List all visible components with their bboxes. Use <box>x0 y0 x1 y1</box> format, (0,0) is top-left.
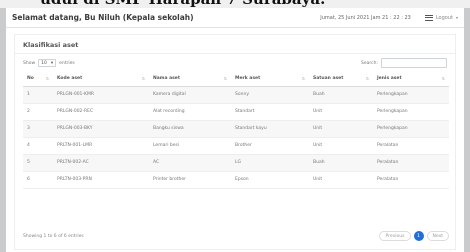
column-header-no[interactable]: No ⇅ <box>23 72 53 87</box>
cell-nama: AC <box>149 154 231 172</box>
table-row: 3 PRLGN-003-BKY Bangku siswa Standart ka… <box>23 120 449 138</box>
pagination: Previous 1 Next <box>379 231 449 241</box>
table-row: 4 PRLTN-001-LMR Lemari besi Brother Unit… <box>23 137 449 155</box>
previous-button[interactable]: Previous <box>379 231 411 241</box>
cell-merk: Epson <box>231 171 309 189</box>
cell-satuan: Unit <box>309 103 373 121</box>
cell-jenis: Perlengkapan <box>373 120 449 138</box>
table-row: 1 PRLGN-001-KMR Kamera digital Sonny Bua… <box>23 86 449 104</box>
background-heading-text: udul di SMP Harapan 7 Surabaya. <box>40 0 325 8</box>
column-header-jenis[interactable]: Jenis aset ⇅ <box>373 72 449 87</box>
sort-icon: ⇅ <box>45 76 49 81</box>
table-controls: Show 10 ▾ entries Search: <box>15 54 455 72</box>
card-title: Klasifikasi aset <box>23 41 79 49</box>
search-label: Search: <box>361 60 378 66</box>
cell-kode: PRLGN-003-BKY <box>53 120 149 138</box>
column-header-merk[interactable]: Merk aset ⇅ <box>231 72 309 87</box>
welcome-text: Selamat datang, Bu Niluh (Kepala sekolah… <box>12 13 194 22</box>
sort-icon: ⇅ <box>365 76 369 81</box>
cell-merk: Sonny <box>231 86 309 104</box>
sort-icon: ⇅ <box>301 76 305 81</box>
top-bar: Selamat datang, Bu Niluh (Kepala sekolah… <box>6 8 464 28</box>
app-window: Selamat datang, Bu Niluh (Kepala sekolah… <box>6 8 464 252</box>
cell-kode: PRLTN-003-PRN <box>53 171 149 189</box>
logout-label: Logout <box>435 14 453 21</box>
asset-card: Klasifikasi aset Show 10 ▾ entries Searc… <box>14 34 456 250</box>
cell-nama: Kamera digital <box>149 86 231 104</box>
entries-info: Showing 1 to 6 of 6 entries <box>23 233 84 239</box>
sort-icon: ⇅ <box>223 76 227 81</box>
sort-icon: ⇅ <box>141 76 145 81</box>
column-header-satuan[interactable]: Satuan aset ⇅ <box>309 72 373 87</box>
cell-jenis: Peralatan <box>373 154 449 172</box>
entries-label: entries <box>59 60 75 66</box>
cell-merk: Brother <box>231 137 309 155</box>
cell-satuan: Buah <box>309 86 373 104</box>
column-header-nama[interactable]: Nama aset ⇅ <box>149 72 231 87</box>
search-input[interactable] <box>381 58 447 68</box>
datetime-text: Jumat, 25 Juni 2021 Jam 21 : 22 : 23 <box>320 14 411 21</box>
cell-merk: LG <box>231 154 309 172</box>
logout-button[interactable]: Logout ▾ <box>424 14 458 21</box>
page-1-button[interactable]: 1 <box>413 231 424 241</box>
hamburger-icon <box>424 14 433 21</box>
cell-jenis: Peralatan <box>373 171 449 189</box>
cell-no: 4 <box>23 137 53 155</box>
cell-jenis: Perlengkapan <box>373 86 449 104</box>
cell-nama: Alat recording <box>149 103 231 121</box>
cell-no: 2 <box>23 103 53 121</box>
table-footer: Showing 1 to 6 of 6 entries Previous 1 N… <box>23 227 449 245</box>
table-row: 2 PRLGN-002-REC Alat recording Standart … <box>23 103 449 121</box>
chevron-down-icon: ▾ <box>50 60 54 66</box>
column-header-kode[interactable]: Kode aset ⇅ <box>53 72 149 87</box>
cell-satuan: Unit <box>309 120 373 138</box>
cell-nama: Bangku siswa <box>149 120 231 138</box>
cell-no: 3 <box>23 120 53 138</box>
table-row: 5 PRLTN-002-AC AC LG Buah Peralatan <box>23 154 449 172</box>
cell-merk: Standart <box>231 103 309 121</box>
sort-icon: ⇅ <box>441 76 445 81</box>
cell-kode: PRLTN-002-AC <box>53 154 149 172</box>
cell-nama: Printer brother <box>149 171 231 189</box>
entries-select[interactable]: 10 ▾ <box>38 59 57 67</box>
cell-kode: PRLGN-002-REC <box>53 103 149 121</box>
cell-no: 1 <box>23 86 53 104</box>
cell-kode: PRLGN-001-KMR <box>53 86 149 104</box>
entries-select-value: 10 <box>41 60 47 66</box>
search-box: Search: <box>361 58 447 68</box>
cell-no: 5 <box>23 154 53 172</box>
cell-no: 6 <box>23 171 53 189</box>
cell-jenis: Perlengkapan <box>373 103 449 121</box>
cell-satuan: Unit <box>309 171 373 189</box>
cell-kode: PRLTN-001-LMR <box>53 137 149 155</box>
cell-merk: Standart kayu <box>231 120 309 138</box>
cell-satuan: Buah <box>309 154 373 172</box>
table-row: 6 PRLTN-003-PRN Printer brother Epson Un… <box>23 171 449 189</box>
table-header-row: No ⇅ Kode aset ⇅ Nama aset ⇅ Merk aset ⇅ Sat… <box>23 72 449 87</box>
next-button[interactable]: Next <box>426 231 449 241</box>
chevron-down-icon: ▾ <box>455 15 458 20</box>
background-heading: udul di SMP Harapan 7 Surabaya. <box>0 0 470 8</box>
cell-jenis: Peralatan <box>373 137 449 155</box>
cell-nama: Lemari besi <box>149 137 231 155</box>
asset-table: No ⇅ Kode aset ⇅ Nama aset ⇅ Merk aset ⇅ Sat… <box>23 72 449 189</box>
cell-satuan: Unit <box>309 137 373 155</box>
show-label: Show <box>23 60 36 66</box>
